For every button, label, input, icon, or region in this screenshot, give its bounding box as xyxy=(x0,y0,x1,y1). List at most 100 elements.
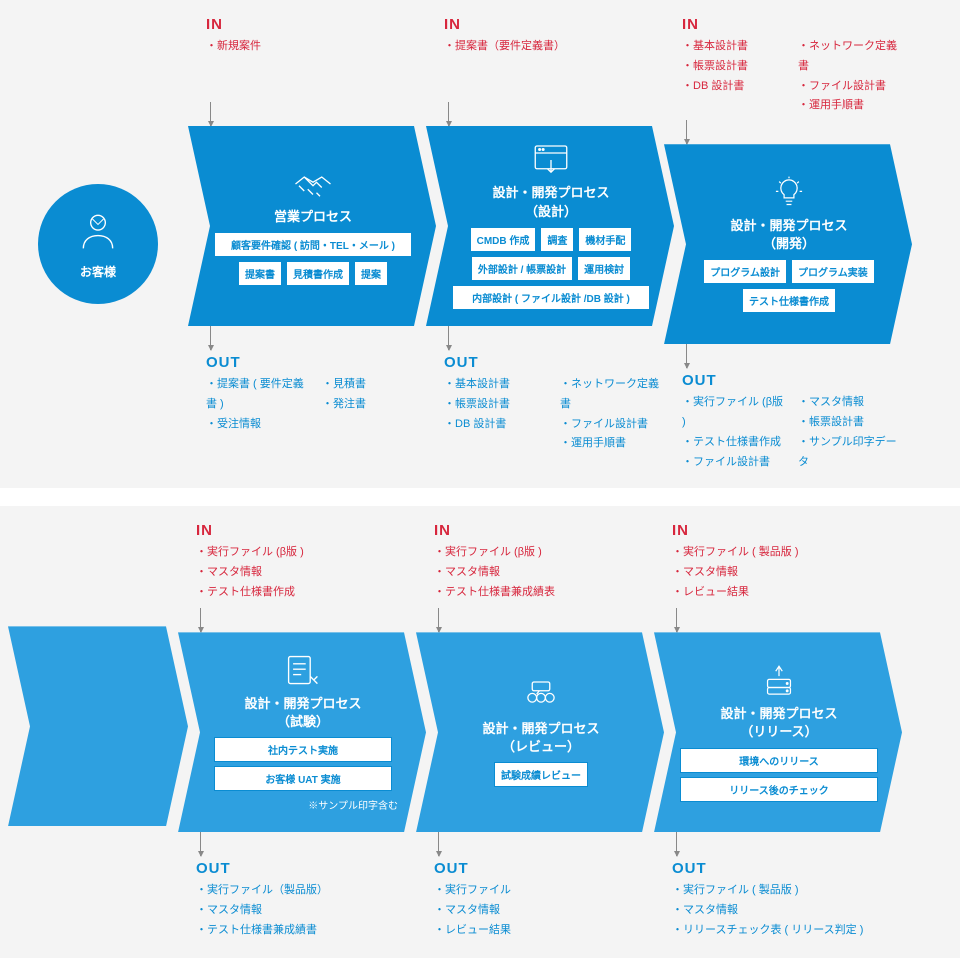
stage-title: 営業プロセス xyxy=(274,208,352,226)
in-item: ファイル設計書 xyxy=(798,77,904,97)
in-list: 新規案件 xyxy=(206,37,428,57)
out-block: OUT実行ファイル (β版 )テスト仕様書作成ファイル設計書マスタ情報帳票設計書… xyxy=(664,368,912,476)
in-item: マスタ情報 xyxy=(196,563,418,583)
stage-block: 設計・開発プロセス（開発）プログラム設計プログラム実装テスト仕様書作成 xyxy=(664,144,912,344)
in-item: ネットワーク定義書 xyxy=(798,37,904,77)
in-list: 提案書（要件定義書） xyxy=(444,37,666,57)
flow-arrow-down xyxy=(188,102,436,126)
flow-arrow-down xyxy=(416,608,664,632)
in-block: IN 新規案件 xyxy=(188,12,436,102)
process-row-1: お客様 IN 新規案件営業プロセス顧客要件確認 ( 訪問・TEL・メール )提案書… xyxy=(0,0,960,488)
out-block: OUT実行ファイル ( 製品版 )マスタ情報リリースチェック表 ( リリース判定… xyxy=(654,856,902,946)
out-item: テスト仕様書作成 xyxy=(682,433,788,453)
task-chip: お客様 UAT 実施 xyxy=(214,766,391,791)
stage-col-2: IN基本設計書帳票設計書DB 設計書ネットワーク定義書ファイル設計書運用手順書設… xyxy=(664,12,912,476)
customer-label: お客様 xyxy=(80,263,116,280)
task-chip: プログラム設計 xyxy=(703,259,787,284)
browser-touch-icon xyxy=(530,142,572,178)
in-item: 基本設計書 xyxy=(682,37,788,57)
user-icon xyxy=(76,208,120,257)
out-item: 実行ファイル（製品版） xyxy=(196,881,418,901)
out-item: DB 設計書 xyxy=(444,415,550,435)
out-title: OUT xyxy=(206,354,428,371)
stage-block: 設計・開発プロセス（レビュー）試験成績レビュー xyxy=(416,632,664,832)
out-item: 運用手順書 xyxy=(560,434,666,454)
out-item: 見積書 xyxy=(322,375,428,395)
out-item: マスタ情報 xyxy=(196,901,418,921)
customer-badge: お客様 xyxy=(38,184,158,304)
out-list: 提案書 ( 要件定義書 )受注情報 xyxy=(206,375,312,434)
out-item: ファイル設計書 xyxy=(560,415,666,435)
out-title: OUT xyxy=(434,860,656,877)
in-block: IN 実行ファイル ( 製品版 )マスタ情報レビュー結果 xyxy=(654,518,902,608)
out-title: OUT xyxy=(444,354,666,371)
task-chip: 試験成績レビュー xyxy=(494,762,588,787)
out-item: 受注情報 xyxy=(206,415,312,435)
in-item: マスタ情報 xyxy=(434,563,656,583)
task-chip: 環境へのリリース xyxy=(680,748,878,773)
task-chip: プログラム実装 xyxy=(791,259,875,284)
stage-col-4: IN 実行ファイル (β版 )マスタ情報テスト仕様書兼成績表設計・開発プロセス（レ… xyxy=(416,518,664,946)
stage-block: 営業プロセス顧客要件確認 ( 訪問・TEL・メール )提案書見積書作成提案 xyxy=(188,126,436,326)
process-row-2: IN実行ファイル (β版 )マスタ情報テスト仕様書作成設計・開発プロセス（試験）… xyxy=(0,506,960,958)
stage-title: 設計・開発プロセス（リリース） xyxy=(720,705,837,741)
checklist-icon xyxy=(282,653,324,689)
out-item: 提案書 ( 要件定義書 ) xyxy=(206,375,312,415)
in-list: 実行ファイル (β版 )マスタ情報テスト仕様書兼成績表 xyxy=(434,543,656,602)
out-block: OUT 提案書 ( 要件定義書 )受注情報見積書発注書 xyxy=(188,350,436,440)
stage-tasks: 社内テスト実施お客様 UAT 実施 xyxy=(210,737,395,791)
out-block: OUT 実行ファイルマスタ情報レビュー結果 xyxy=(416,856,664,946)
out-item: レビュー結果 xyxy=(434,921,656,941)
task-chip: 見積書作成 xyxy=(286,261,350,286)
out-title: OUT xyxy=(196,860,418,877)
review-icon xyxy=(520,678,562,714)
stage-col-1: IN提案書（要件定義書）設計・開発プロセス（設計）CMDB 作成調査機材手配外部… xyxy=(426,12,674,476)
in-title: IN xyxy=(434,522,656,539)
customer-column: お客様 xyxy=(8,12,188,476)
in-item: DB 設計書 xyxy=(682,77,788,97)
out-item: テスト仕様書兼成績書 xyxy=(196,921,418,941)
in-block: IN 実行ファイル (β版 )マスタ情報テスト仕様書兼成績表 xyxy=(416,518,664,608)
in-item: マスタ情報 xyxy=(672,563,894,583)
task-chip: 運用検討 xyxy=(577,256,631,281)
in-list: 基本設計書帳票設計書DB 設計書 xyxy=(682,37,788,116)
in-item: 実行ファイル (β版 ) xyxy=(196,543,418,563)
release-icon xyxy=(758,663,800,699)
stage-tasks: 環境へのリリースリリース後のチェック xyxy=(676,748,882,802)
out-item: 基本設計書 xyxy=(444,375,550,395)
stage-col-0: IN 新規案件営業プロセス顧客要件確認 ( 訪問・TEL・メール )提案書見積書作… xyxy=(188,12,436,476)
in-title: IN xyxy=(196,522,418,539)
in-item: 運用手順書 xyxy=(798,96,904,116)
in-item: 実行ファイル (β版 ) xyxy=(434,543,656,563)
out-item: 発注書 xyxy=(322,395,428,415)
in-item: 帳票設計書 xyxy=(682,57,788,77)
in-list: 実行ファイル ( 製品版 )マスタ情報レビュー結果 xyxy=(672,543,894,602)
flow-arrow-down xyxy=(664,120,912,144)
task-chip: 社内テスト実施 xyxy=(214,737,391,762)
stage-block: 設計・開発プロセス（設計）CMDB 作成調査機材手配外部設計 / 帳票設計運用検… xyxy=(426,126,674,326)
in-item: 提案書（要件定義書） xyxy=(444,37,666,57)
stage-note: ※サンプル印字含む xyxy=(200,797,406,812)
out-item: 実行ファイル (β版 ) xyxy=(682,393,788,433)
out-list: 実行ファイル ( 製品版 )マスタ情報リリースチェック表 ( リリース判定 ) xyxy=(672,881,894,940)
flow-arrow-down xyxy=(664,344,912,368)
stage-block: 設計・開発プロセス（試験）社内テスト実施お客様 UAT 実施※サンプル印字含む xyxy=(178,632,426,832)
out-list: 実行ファイル（製品版）マスタ情報テスト仕様書兼成績書 xyxy=(196,881,418,940)
in-title: IN xyxy=(672,522,894,539)
out-item: ネットワーク定義書 xyxy=(560,375,666,415)
stage-tasks: 試験成績レビュー xyxy=(490,762,592,787)
stage-tasks: 顧客要件確認 ( 訪問・TEL・メール )提案書見積書作成提案 xyxy=(210,232,416,286)
in-block: IN基本設計書帳票設計書DB 設計書ネットワーク定義書ファイル設計書運用手順書 xyxy=(664,12,912,120)
in-list: 実行ファイル (β版 )マスタ情報テスト仕様書作成 xyxy=(196,543,418,602)
stage-tasks: CMDB 作成調査機材手配外部設計 / 帳票設計運用検討内部設計 ( ファイル設… xyxy=(448,227,654,310)
stage-tasks: プログラム設計プログラム実装テスト仕様書作成 xyxy=(686,259,892,313)
out-item: 実行ファイル ( 製品版 ) xyxy=(672,881,894,901)
in-block: IN 実行ファイル (β版 )マスタ情報テスト仕様書作成 xyxy=(178,518,426,608)
stage-col-3: IN実行ファイル (β版 )マスタ情報テスト仕様書作成設計・開発プロセス（試験）… xyxy=(178,518,426,946)
in-item: テスト仕様書作成 xyxy=(196,583,418,603)
out-list: 実行ファイルマスタ情報レビュー結果 xyxy=(434,881,656,940)
lead-chevron xyxy=(8,626,188,826)
out-item: 実行ファイル xyxy=(434,881,656,901)
task-chip: 調査 xyxy=(540,227,574,252)
in-title: IN xyxy=(206,16,428,33)
